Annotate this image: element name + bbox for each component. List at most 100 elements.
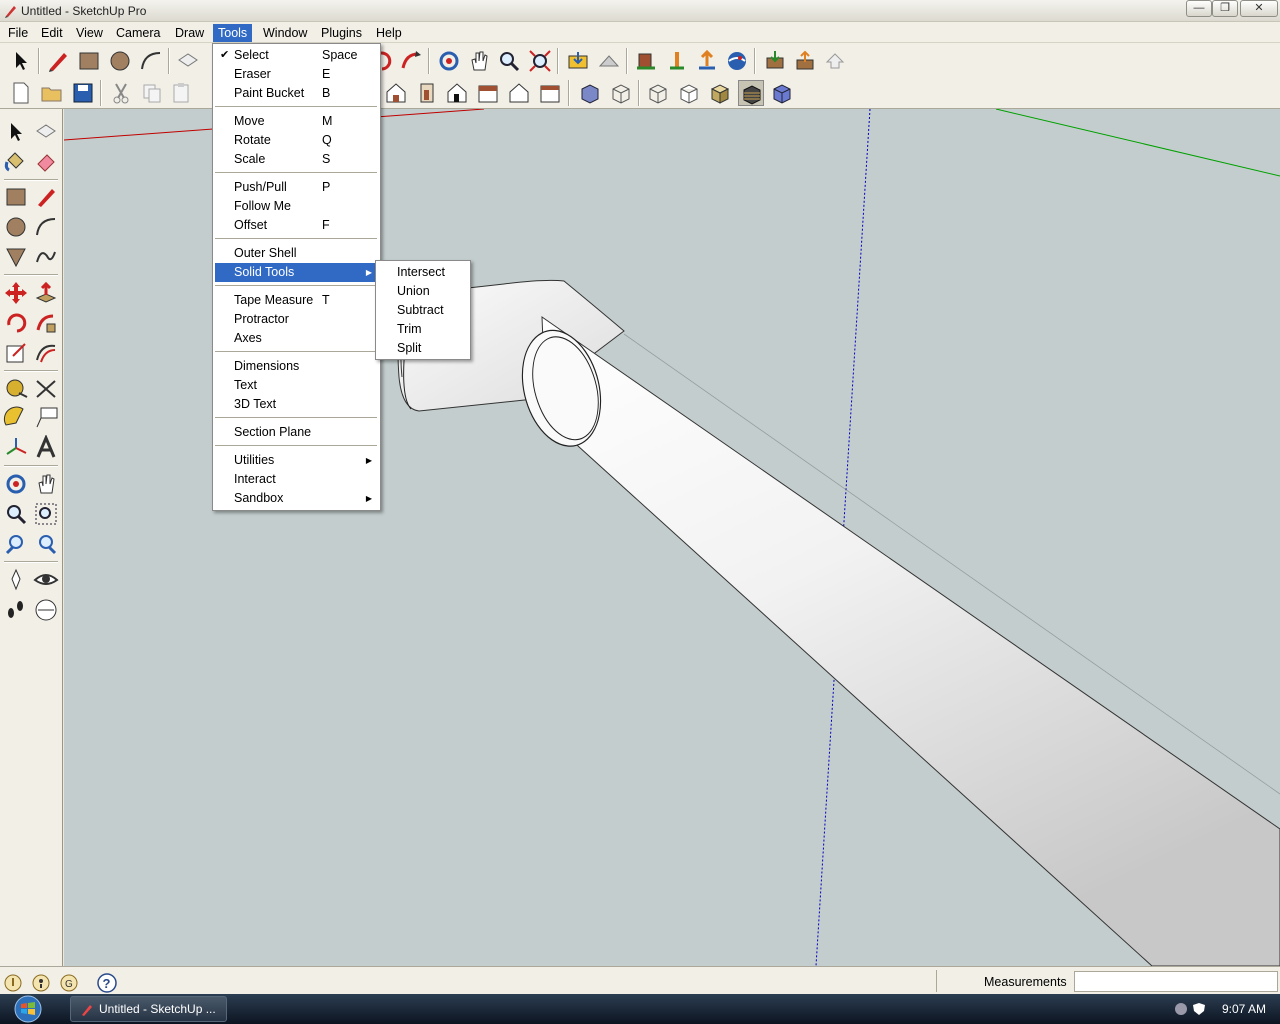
security-shield-icon[interactable] bbox=[1192, 1002, 1206, 1016]
menu-item-offset[interactable]: Offset F bbox=[215, 216, 378, 235]
paste-icon[interactable] bbox=[169, 80, 195, 106]
offset-icon[interactable] bbox=[33, 340, 59, 366]
menu-item-solid-tools[interactable]: Solid Tools ▶ bbox=[215, 263, 378, 282]
menu-item-select[interactable]: ✔ Select Space bbox=[215, 46, 378, 65]
dimensions-icon[interactable] bbox=[33, 375, 59, 401]
google-sign-in-icon[interactable]: G bbox=[60, 974, 78, 992]
menu-item-move[interactable]: Move M bbox=[215, 112, 378, 131]
google-earth-globe-icon[interactable] bbox=[724, 48, 750, 74]
menu-item-protractor[interactable]: Protractor bbox=[215, 310, 378, 329]
menu-plugins[interactable]: Plugins bbox=[316, 24, 367, 42]
front-view-house-icon[interactable] bbox=[383, 80, 409, 106]
menu-item-eraser[interactable]: Eraser E bbox=[215, 65, 378, 84]
wireframe-style-icon[interactable] bbox=[645, 80, 671, 106]
menu-item-axes[interactable]: Axes bbox=[215, 329, 378, 348]
arc-icon[interactable] bbox=[138, 48, 164, 74]
menu-edit[interactable]: Edit bbox=[36, 24, 68, 42]
menu-item-paint-bucket[interactable]: Paint Bucket B bbox=[215, 84, 378, 103]
menu-item-push-pull[interactable]: Push/Pull P bbox=[215, 178, 378, 197]
menu-tools[interactable]: Tools bbox=[213, 24, 253, 42]
save-icon[interactable] bbox=[70, 80, 96, 106]
geo-location-icon[interactable] bbox=[4, 974, 22, 992]
share-model-icon[interactable] bbox=[596, 48, 622, 74]
select-tool-icon[interactable] bbox=[8, 48, 34, 74]
get-models-icon[interactable] bbox=[565, 48, 591, 74]
back-edges-style-icon[interactable] bbox=[608, 80, 634, 106]
freehand-icon[interactable] bbox=[33, 244, 59, 270]
move-icon[interactable] bbox=[3, 280, 29, 306]
share-component-icon[interactable] bbox=[822, 48, 848, 74]
rectangle-icon[interactable] bbox=[3, 184, 29, 210]
circle-icon[interactable] bbox=[107, 48, 133, 74]
menu-item-sandbox[interactable]: Sandbox ▶ bbox=[215, 489, 378, 508]
menu-item-utilities[interactable]: Utilities ▶ bbox=[215, 451, 378, 470]
arc-icon[interactable] bbox=[33, 214, 59, 240]
menu-item-rotate[interactable]: Rotate Q bbox=[215, 131, 378, 150]
paint-bucket-icon[interactable] bbox=[3, 148, 29, 174]
pan-hand-icon[interactable] bbox=[33, 471, 59, 497]
google-earth-view-icon[interactable] bbox=[633, 48, 659, 74]
monochrome-style-icon[interactable] bbox=[769, 80, 795, 106]
select-arrow-icon[interactable] bbox=[3, 119, 29, 145]
look-around-eye-icon[interactable] bbox=[33, 567, 59, 593]
walk-footprints-icon[interactable] bbox=[3, 597, 29, 623]
protractor-icon[interactable] bbox=[3, 405, 29, 431]
pencil-icon[interactable] bbox=[45, 48, 71, 74]
push-pull-icon[interactable] bbox=[33, 280, 59, 306]
zoom-extents-icon[interactable] bbox=[527, 48, 553, 74]
menu-camera[interactable]: Camera bbox=[111, 24, 165, 42]
bottom-view-icon[interactable] bbox=[537, 80, 563, 106]
submenu-item-subtract[interactable]: Subtract bbox=[378, 301, 468, 320]
restore-button[interactable]: ❐ bbox=[1212, 0, 1238, 17]
rectangle-icon[interactable] bbox=[76, 48, 102, 74]
submenu-item-intersect[interactable]: Intersect bbox=[378, 263, 468, 282]
minimize-button[interactable]: — bbox=[1186, 0, 1212, 17]
3d-text-icon[interactable] bbox=[33, 434, 59, 461]
measurements-input[interactable] bbox=[1074, 971, 1278, 992]
submenu-item-trim[interactable]: Trim bbox=[378, 320, 468, 339]
previous-view-icon[interactable] bbox=[3, 531, 29, 557]
left-view-icon[interactable] bbox=[475, 80, 501, 106]
circle-icon[interactable] bbox=[3, 214, 29, 240]
close-button[interactable]: ✕ bbox=[1240, 0, 1278, 17]
zoom-icon[interactable] bbox=[3, 501, 29, 527]
windows-start-orb-icon[interactable] bbox=[10, 994, 46, 1024]
xray-style-icon[interactable] bbox=[577, 80, 603, 106]
submenu-item-union[interactable]: Union bbox=[378, 282, 468, 301]
tape-measure-icon[interactable] bbox=[3, 375, 29, 401]
add-location-icon[interactable] bbox=[664, 48, 690, 74]
section-plane-icon[interactable] bbox=[33, 597, 59, 623]
zoom-icon[interactable] bbox=[496, 48, 522, 74]
photo-textures-icon[interactable] bbox=[694, 48, 720, 74]
download-component-icon[interactable] bbox=[762, 48, 788, 74]
back-view-icon[interactable] bbox=[444, 80, 470, 106]
menu-item-section-plane[interactable]: Section Plane bbox=[215, 423, 378, 442]
menu-item-follow-me[interactable]: Follow Me bbox=[215, 197, 378, 216]
right-view-icon[interactable] bbox=[414, 80, 440, 106]
submenu-item-split[interactable]: Split bbox=[378, 339, 468, 358]
rotate-icon[interactable] bbox=[3, 310, 29, 336]
axes-icon[interactable] bbox=[3, 435, 29, 461]
make-component-icon[interactable] bbox=[33, 119, 59, 145]
text-label-icon[interactable] bbox=[33, 405, 59, 431]
menu-draw[interactable]: Draw bbox=[170, 24, 209, 42]
pencil-icon[interactable] bbox=[33, 184, 59, 210]
network-tray-icon[interactable] bbox=[1174, 1002, 1188, 1016]
menu-item-text[interactable]: Text bbox=[215, 376, 378, 395]
menu-item-scale[interactable]: Scale S bbox=[215, 150, 378, 169]
orbit-icon[interactable] bbox=[436, 48, 462, 74]
menu-help[interactable]: Help bbox=[371, 24, 407, 42]
top-view-icon[interactable] bbox=[506, 80, 532, 106]
follow-me-icon[interactable] bbox=[33, 310, 59, 336]
scale-icon[interactable] bbox=[3, 340, 29, 366]
pan-hand-icon[interactable] bbox=[466, 48, 492, 74]
zoom-window-icon[interactable] bbox=[33, 501, 59, 527]
position-camera-icon[interactable] bbox=[3, 567, 29, 593]
instructor-help-icon[interactable]: ? bbox=[97, 973, 117, 993]
cut-icon[interactable] bbox=[108, 80, 134, 106]
shaded-style-icon[interactable] bbox=[707, 80, 733, 106]
orbit-icon[interactable] bbox=[3, 471, 29, 497]
menu-item-interact[interactable]: Interact bbox=[215, 470, 378, 489]
menu-item-tape-measure[interactable]: Tape Measure T bbox=[215, 291, 378, 310]
upload-component-icon[interactable] bbox=[792, 48, 818, 74]
